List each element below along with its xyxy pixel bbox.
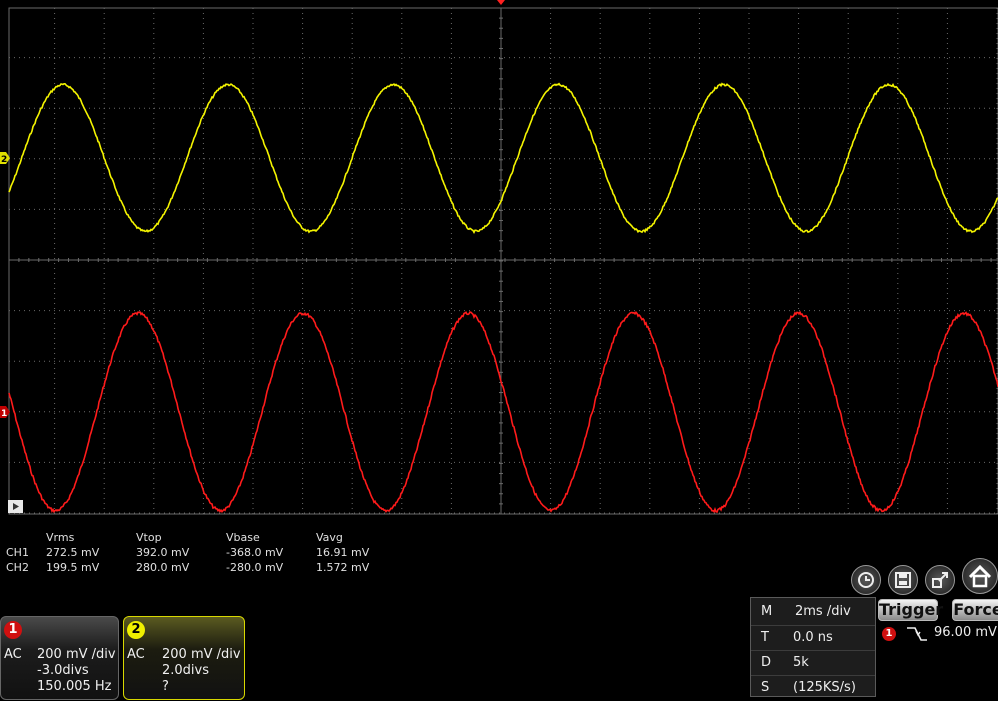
timebase-row-d: D 5k (751, 650, 875, 676)
row-label-ch1: CH1 (6, 546, 29, 559)
measurement-table: Vrms Vtop Vbase Vavg CH1 272.5 mV 392.0 … (0, 530, 420, 576)
header-vtop: Vtop (136, 531, 162, 544)
row-label-ch2: CH2 (6, 561, 29, 574)
header-vavg: Vavg (316, 531, 343, 544)
ch1-vrms: 272.5 mV (46, 546, 100, 559)
timebase-row-m: M 2ms /div (751, 600, 875, 625)
row-key: D (761, 655, 772, 670)
run-indicator[interactable] (8, 500, 23, 513)
ch2-badge: 2 (127, 621, 145, 639)
ch1-vavg: 16.91 mV (316, 546, 370, 559)
timebase-row-t: T 0.0 ns (751, 625, 875, 651)
ch2-vbase: -280.0 mV (226, 561, 284, 574)
ch2-vtop: 280.0 mV (136, 561, 190, 574)
screenshot-icon[interactable] (851, 565, 881, 595)
ch1-offset: -3.0divs (37, 663, 89, 678)
falling-edge-icon (907, 627, 927, 641)
force-button[interactable]: Force (952, 599, 998, 621)
ch1-frequency: 150.005 Hz (37, 679, 112, 694)
save-icon[interactable] (888, 565, 918, 595)
row-value: (125KS/s) (793, 680, 856, 695)
header-vbase: Vbase (226, 531, 260, 544)
ch1-settings-panel[interactable]: 1 AC 200 mV /div -3.0divs 150.005 Hz (0, 616, 119, 700)
ch2-vrms: 199.5 mV (46, 561, 100, 574)
ch1-vbase: -368.0 mV (226, 546, 284, 559)
home-icon[interactable] (962, 558, 998, 594)
ch2-frequency: ? (162, 679, 169, 694)
ch2-coupling: AC (127, 647, 145, 662)
row-key: M (761, 604, 773, 619)
svg-text:1: 1 (1, 409, 7, 419)
ch2-scale: 200 mV /div (162, 647, 241, 662)
row-value: 5k (793, 655, 809, 670)
timebase-panel[interactable]: M 2ms /div T 0.0 ns D 5k S (125KS/s) (750, 597, 876, 697)
trigger-button[interactable]: Trigger (878, 599, 943, 621)
svg-text:2: 2 (1, 155, 7, 165)
ch2-settings-panel[interactable]: 2 AC 200 mV /div 2.0divs ? (123, 616, 245, 700)
waveform-display: 2 1 (0, 0, 998, 520)
timebase-row-s: S (125KS/s) (751, 675, 875, 701)
export-icon[interactable] (925, 565, 955, 595)
trigger-level: 96.00 mV (934, 625, 997, 640)
ch1-coupling: AC (4, 647, 22, 662)
trigger-source-badge: 1 (882, 627, 896, 641)
row-value: 2ms /div (795, 604, 851, 619)
ch1-badge: 1 (4, 621, 22, 639)
row-key: T (761, 630, 769, 645)
ch1-vtop: 392.0 mV (136, 546, 190, 559)
row-key: S (761, 680, 770, 695)
row-value: 0.0 ns (793, 630, 833, 645)
ch2-vavg: 1.572 mV (316, 561, 370, 574)
ch2-offset: 2.0divs (162, 663, 210, 678)
ch1-scale: 200 mV /div (37, 647, 116, 662)
header-vrms: Vrms (46, 531, 75, 544)
